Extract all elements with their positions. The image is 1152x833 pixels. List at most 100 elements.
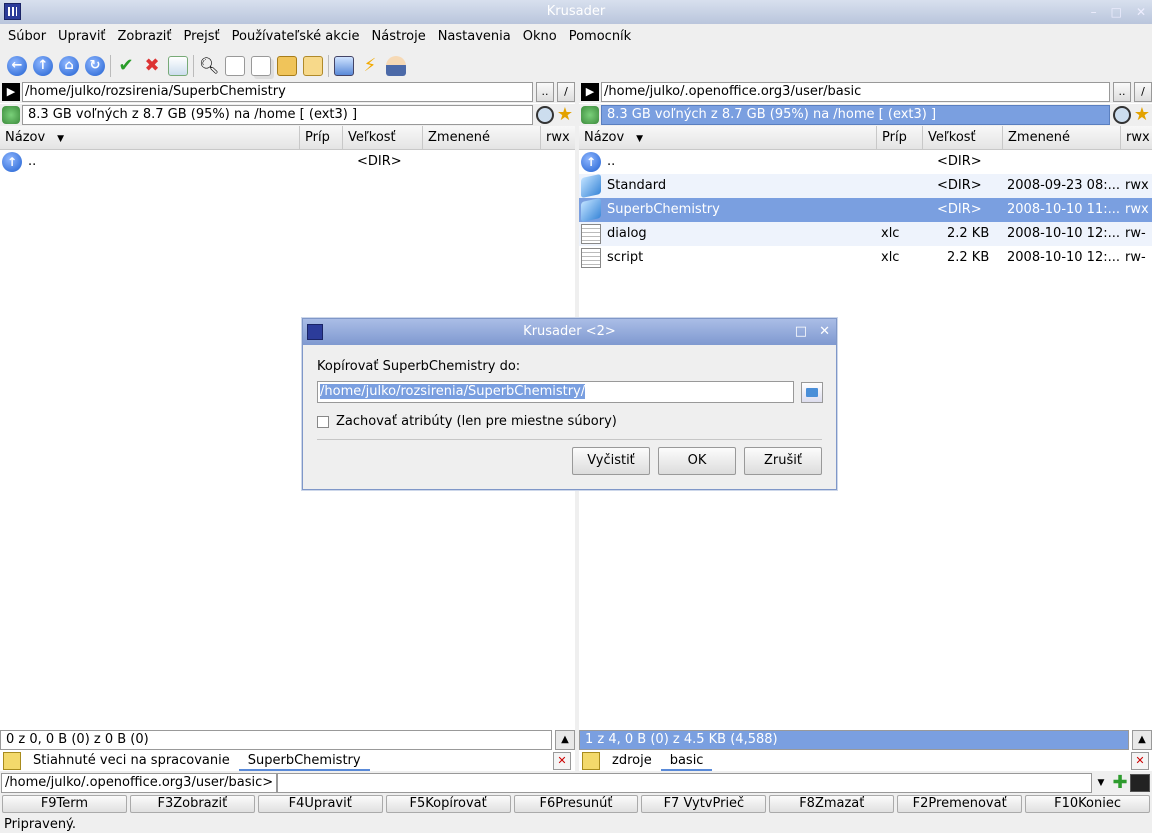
file-row[interactable]: dialog xlc 2.2 KB 2008-10-10 12:... rw- [579, 222, 1152, 246]
file-row[interactable]: script xlc 2.2 KB 2008-10-10 12:... rw- [579, 246, 1152, 270]
f9-terminal-button[interactable]: F9Term [2, 795, 127, 813]
column-size[interactable]: Veľkosť [923, 126, 1003, 150]
home-button[interactable]: ⌂ [56, 53, 82, 79]
menu-file[interactable]: Súbor [2, 26, 52, 50]
column-size[interactable]: Veľkosť [343, 126, 423, 150]
menu-settings[interactable]: Nastavenia [432, 26, 517, 50]
column-perm[interactable]: rwx [541, 126, 575, 150]
tab-downloads[interactable]: Stiahnuté veci na spracovanie [24, 751, 239, 771]
eject-icon[interactable]: ▲ [555, 729, 575, 750]
media-icon[interactable] [581, 106, 599, 124]
terminal-path-icon[interactable]: ▶ [2, 83, 20, 101]
back-button[interactable]: ← [4, 53, 30, 79]
close-tab-icon[interactable]: ✕ [553, 752, 571, 770]
file-name: .. [28, 154, 37, 169]
eject-icon[interactable]: ▲ [1132, 729, 1152, 750]
window-title: Krusader [546, 4, 606, 19]
left-parent-dir-button[interactable]: .. [536, 82, 554, 102]
f8-delete-button[interactable]: F8Zmazať [769, 795, 895, 813]
sort-arrow-icon: ▼ [57, 134, 65, 144]
ok-button[interactable]: OK [658, 447, 736, 475]
select-button[interactable]: ✔ [113, 53, 139, 79]
minimize-button[interactable]: – [1091, 0, 1097, 24]
destination-value: /home/julko/rozsirenia/SuperbChemistry/ [320, 384, 586, 399]
right-parent-dir-button[interactable]: .. [1113, 82, 1131, 102]
column-modified[interactable]: Zmenené [423, 126, 541, 150]
clear-button[interactable]: Vyčistiť [572, 447, 650, 475]
menu-useractions[interactable]: Používateľské akcie [226, 26, 366, 50]
destination-input[interactable]: /home/julko/rozsirenia/SuperbChemistry/ [317, 381, 794, 403]
terminal-path-icon[interactable]: ▶ [581, 83, 599, 101]
right-path-field[interactable]: /home/julko/.openoffice.org3/user/basic [601, 82, 1110, 102]
file-row[interactable]: Standard <DIR> 2008-09-23 08:... rwx [579, 173, 1152, 199]
command-input[interactable] [277, 773, 1092, 793]
column-modified[interactable]: Zmenené [1003, 126, 1121, 150]
maximize-button[interactable]: □ [1111, 0, 1122, 24]
terminal-icon[interactable] [1130, 774, 1150, 792]
menu-edit[interactable]: Upraviť [52, 26, 111, 50]
copy-button[interactable] [248, 53, 274, 79]
menu-tools[interactable]: Nástroje [366, 26, 432, 50]
file-ext [300, 150, 343, 174]
cancel-button[interactable]: Zrušiť [744, 447, 822, 475]
f5-copy-button[interactable]: F5Kopírovať [385, 795, 511, 813]
pack-button[interactable] [300, 53, 326, 79]
close-tab-icon[interactable]: ✕ [1131, 752, 1149, 770]
right-status-bar: 1 z 4, 0 B (0) z 4.5 KB (4,588) ▲ [579, 729, 1152, 750]
f6-move-button[interactable]: F6Presunúť [513, 795, 639, 813]
file-row-selected[interactable]: SuperbChemistry <DIR> 2008-10-10 11:... … [579, 197, 1152, 223]
f4-edit-button[interactable]: F4Upraviť [257, 795, 383, 813]
tab-superbchemistry[interactable]: SuperbChemistry [238, 751, 370, 771]
history-icon[interactable] [536, 106, 554, 124]
file-perm: rwx [1125, 202, 1149, 217]
f3-view-button[interactable]: F3Zobraziť [129, 795, 255, 813]
media-icon[interactable] [2, 106, 20, 124]
close-window-button[interactable]: ✕ [1136, 0, 1146, 24]
f10-quit-button[interactable]: F10Koniec [1025, 795, 1151, 813]
new-tab-icon[interactable] [3, 752, 21, 770]
text-file-icon [581, 224, 601, 244]
column-perm[interactable]: rwx [1121, 126, 1152, 150]
move-button[interactable] [274, 53, 300, 79]
dialog-close-button[interactable]: ✕ [819, 319, 830, 345]
tab-basic[interactable]: basic [660, 751, 713, 771]
chevron-down-icon[interactable]: ▼ [1092, 773, 1110, 793]
new-tab-icon[interactable] [582, 752, 600, 770]
preserve-attributes-checkbox[interactable]: Zachovať atribúty (len pre miestne súbor… [317, 414, 617, 429]
left-path-field[interactable]: /home/julko/rozsirenia/SuperbChemistry [22, 82, 533, 102]
column-name[interactable]: Názov ▼ [0, 126, 300, 150]
checkbox-box[interactable] [317, 415, 329, 428]
user-button[interactable] [383, 53, 409, 79]
trash-button[interactable] [165, 53, 191, 79]
right-root-dir-button[interactable]: / [1134, 82, 1152, 102]
menu-help[interactable]: Pomocník [563, 26, 637, 50]
column-name[interactable]: Názov ▼ [579, 126, 877, 150]
refresh-button[interactable]: ↻ [82, 53, 108, 79]
search-icon: 🔍︎ [199, 56, 220, 75]
krusader-app-icon[interactable] [4, 3, 21, 20]
dialog-maximize-button[interactable]: □ [795, 319, 807, 345]
menu-view[interactable]: Zobraziť [112, 26, 178, 50]
f2-rename-button[interactable]: F2Premenovať [897, 795, 1023, 813]
history-icon[interactable] [1113, 106, 1131, 124]
f7-mkdir-button[interactable]: F7 VytvPrieč [641, 795, 767, 813]
new-file-button[interactable] [222, 53, 248, 79]
window-titlebar: Krusader – □ ✕ [0, 0, 1152, 24]
column-ext[interactable]: Príp [877, 126, 923, 150]
search-button[interactable]: 🔍︎ [196, 53, 222, 79]
add-icon[interactable]: ✚ [1110, 773, 1130, 793]
left-root-dir-button[interactable]: / [557, 82, 575, 102]
up-button[interactable]: ↑ [30, 53, 56, 79]
menu-window[interactable]: Okno [517, 26, 563, 50]
file-row[interactable]: ↑ .. <DIR> [579, 150, 1152, 174]
file-row[interactable]: ↑ .. <DIR> [0, 150, 575, 174]
bookmark-star-icon[interactable]: ★ [555, 105, 575, 125]
bookmark-star-icon[interactable]: ★ [1132, 105, 1152, 125]
browse-folder-icon[interactable] [801, 382, 823, 403]
menu-go[interactable]: Prejsť [178, 26, 226, 50]
delete-button[interactable]: ✖ [139, 53, 165, 79]
network-button[interactable] [331, 53, 357, 79]
column-ext[interactable]: Príp [300, 126, 343, 150]
lightning-button[interactable]: ⚡︎ [357, 53, 383, 79]
tab-zdroje[interactable]: zdroje [603, 751, 661, 771]
